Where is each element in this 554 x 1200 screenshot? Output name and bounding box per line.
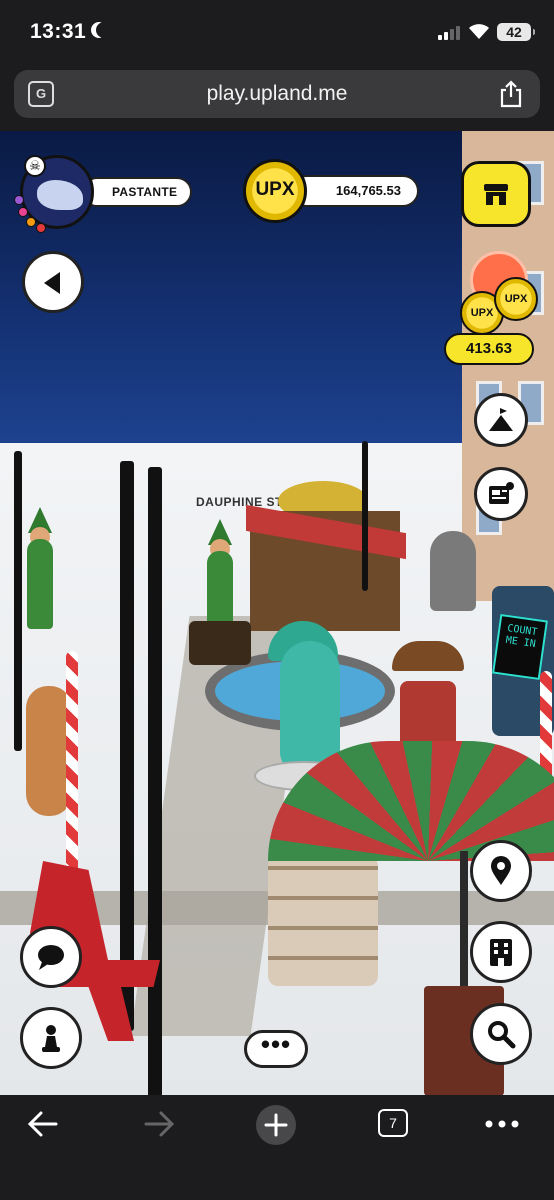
badge-icon bbox=[36, 223, 46, 233]
forward-icon[interactable] bbox=[142, 1109, 176, 1139]
cellular-signal-icon bbox=[438, 24, 464, 40]
earnings-value: 413.63 bbox=[444, 333, 534, 365]
street-sign: DAUPHINE ST bbox=[196, 495, 283, 509]
avatar-button[interactable] bbox=[20, 1007, 82, 1069]
lamp-pole bbox=[362, 441, 368, 591]
upx-balance[interactable]: UPX 164,765.53 bbox=[243, 159, 419, 223]
wifi-icon bbox=[469, 24, 489, 39]
upx-coin-icon: UPX bbox=[243, 159, 307, 223]
new-tab-icon[interactable] bbox=[254, 1103, 298, 1147]
player-profile[interactable]: PASTANTE ☠ bbox=[14, 155, 192, 233]
badge-icon bbox=[18, 207, 28, 217]
chess-pawn-icon bbox=[42, 1025, 60, 1052]
game-viewport[interactable]: DAUPHINE ST COUNT ME IN PASTANTE ☠ UPX 1… bbox=[0, 131, 554, 1095]
lamp-pole bbox=[148, 467, 162, 1095]
lamp-pole bbox=[14, 451, 22, 751]
back-icon[interactable] bbox=[26, 1109, 60, 1139]
dragon-avatar-image bbox=[37, 180, 83, 210]
upx-balance-value: 164,765.53 bbox=[291, 175, 419, 207]
pedestal bbox=[189, 621, 251, 665]
robot-screen: COUNT ME IN bbox=[492, 613, 548, 681]
browser-toolbar: 7 bbox=[0, 1095, 554, 1200]
store-icon bbox=[484, 184, 508, 205]
more-menu-button[interactable]: ••• bbox=[244, 1030, 308, 1068]
terrain-button[interactable] bbox=[474, 393, 528, 447]
back-arrow-icon bbox=[44, 272, 60, 294]
lamp-pole bbox=[120, 461, 134, 1031]
badge-icon bbox=[26, 217, 36, 227]
more-options-icon[interactable] bbox=[484, 1119, 520, 1129]
upx-coin-icon: UPX bbox=[494, 277, 538, 321]
share-icon[interactable] bbox=[498, 80, 524, 108]
scarecrow-figure bbox=[392, 641, 464, 671]
battery-indicator: 42 bbox=[497, 23, 535, 41]
do-not-disturb-icon bbox=[96, 22, 112, 38]
log-pile bbox=[268, 856, 378, 986]
map-pin-icon bbox=[491, 856, 511, 885]
news-button[interactable] bbox=[474, 467, 528, 521]
mountain-flag-icon bbox=[489, 408, 513, 431]
screen: 13:31 42 G play.upland.me DAUPHINE ST CO… bbox=[0, 0, 554, 1200]
earnings-collector[interactable]: UPX UPX 413.63 bbox=[444, 251, 538, 367]
buildings-button[interactable] bbox=[470, 921, 532, 983]
back-button[interactable] bbox=[22, 251, 84, 313]
status-bar: 13:31 42 bbox=[0, 0, 554, 64]
candy-cane bbox=[66, 651, 78, 891]
magnifier-icon bbox=[488, 1021, 516, 1049]
skull-icon: ☠ bbox=[24, 155, 46, 177]
store-button[interactable] bbox=[461, 161, 531, 227]
status-time: 13:31 bbox=[30, 20, 87, 43]
building-icon bbox=[490, 939, 512, 966]
location-button[interactable] bbox=[470, 840, 532, 902]
address-bar[interactable]: G play.upland.me bbox=[14, 70, 540, 118]
badge-icon bbox=[14, 195, 24, 205]
chat-bubble-icon bbox=[38, 945, 64, 970]
search-button[interactable] bbox=[470, 1003, 532, 1065]
url-text[interactable]: play.upland.me bbox=[14, 82, 540, 106]
tabs-button[interactable]: 7 bbox=[378, 1109, 408, 1137]
chat-button[interactable] bbox=[20, 926, 82, 988]
username-pill[interactable]: PASTANTE bbox=[82, 177, 192, 207]
newspaper-icon bbox=[489, 482, 514, 504]
buddha-statue bbox=[430, 531, 476, 611]
